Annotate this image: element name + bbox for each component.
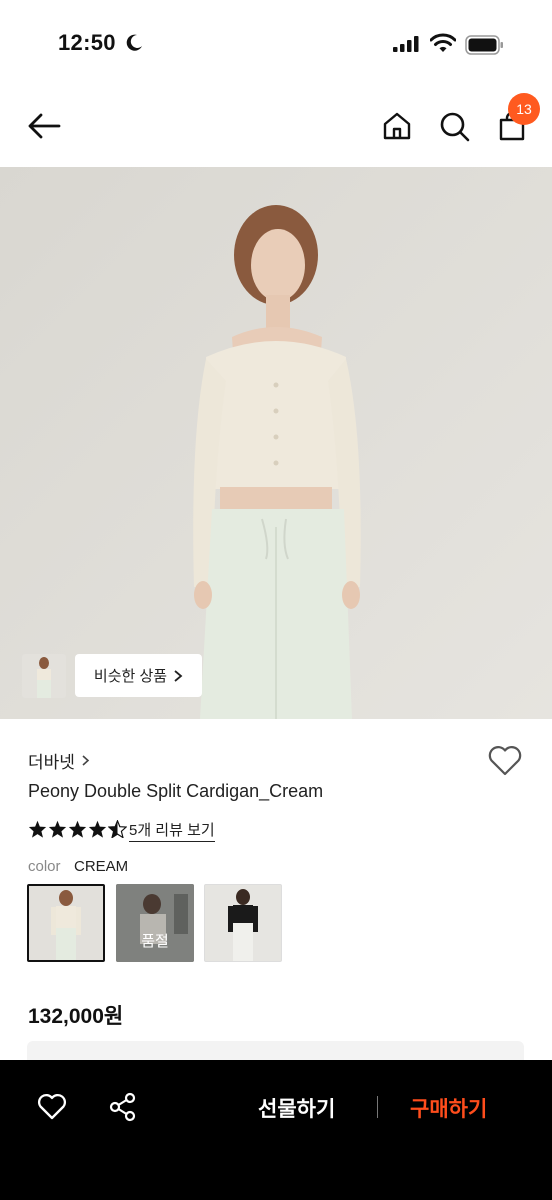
color-option-soldout[interactable]: 품절 — [116, 884, 194, 962]
wifi-icon — [430, 33, 456, 52]
search-icon[interactable] — [439, 111, 471, 143]
star-icon — [88, 820, 107, 838]
gift-button[interactable]: 선물하기 — [258, 1093, 335, 1123]
soldout-badge: 품절 — [141, 933, 169, 950]
bottom-action-bar — [0, 1060, 552, 1200]
battery-icon — [465, 35, 503, 55]
review-link[interactable]: 5개 리뷰 보기 — [129, 819, 215, 842]
rating-stars — [28, 820, 127, 838]
cart-count-badge: 13 — [508, 93, 540, 125]
product-main-image[interactable] — [0, 167, 552, 719]
share-icon[interactable] — [108, 1092, 138, 1122]
wishlist-heart-icon[interactable] — [487, 745, 523, 777]
status-time: 12:50 — [58, 30, 116, 55]
color-label: color — [28, 858, 61, 875]
color-option-cream[interactable] — [27, 884, 105, 962]
brand-name: 더바넷 — [28, 753, 75, 772]
star-icon — [48, 820, 67, 838]
star-icon — [68, 820, 87, 838]
half-star-icon — [108, 820, 127, 838]
similar-product-thumbnail[interactable] — [22, 654, 66, 698]
color-value: CREAM — [74, 858, 129, 875]
cellular-signal-icon — [393, 36, 419, 52]
back-arrow-icon[interactable] — [26, 112, 62, 140]
color-option-black[interactable] — [204, 884, 282, 962]
product-price: 132,000원 — [28, 1005, 124, 1028]
moon-icon — [126, 34, 142, 51]
similar-products-button[interactable]: 비슷한 상품 — [75, 654, 202, 697]
home-icon[interactable] — [382, 111, 412, 141]
buy-button[interactable]: 구매하기 — [410, 1093, 487, 1123]
heart-icon[interactable] — [37, 1093, 67, 1121]
chevron-right-icon — [174, 669, 183, 682]
product-name: Peony Double Split Cardigan_Cream — [28, 781, 324, 801]
star-icon — [28, 820, 47, 838]
chevron-right-icon — [82, 755, 90, 766]
similar-products-label: 비슷한 상품 — [93, 668, 168, 685]
brand-link[interactable]: 더바넷 — [28, 748, 90, 773]
bar-divider — [377, 1096, 378, 1118]
